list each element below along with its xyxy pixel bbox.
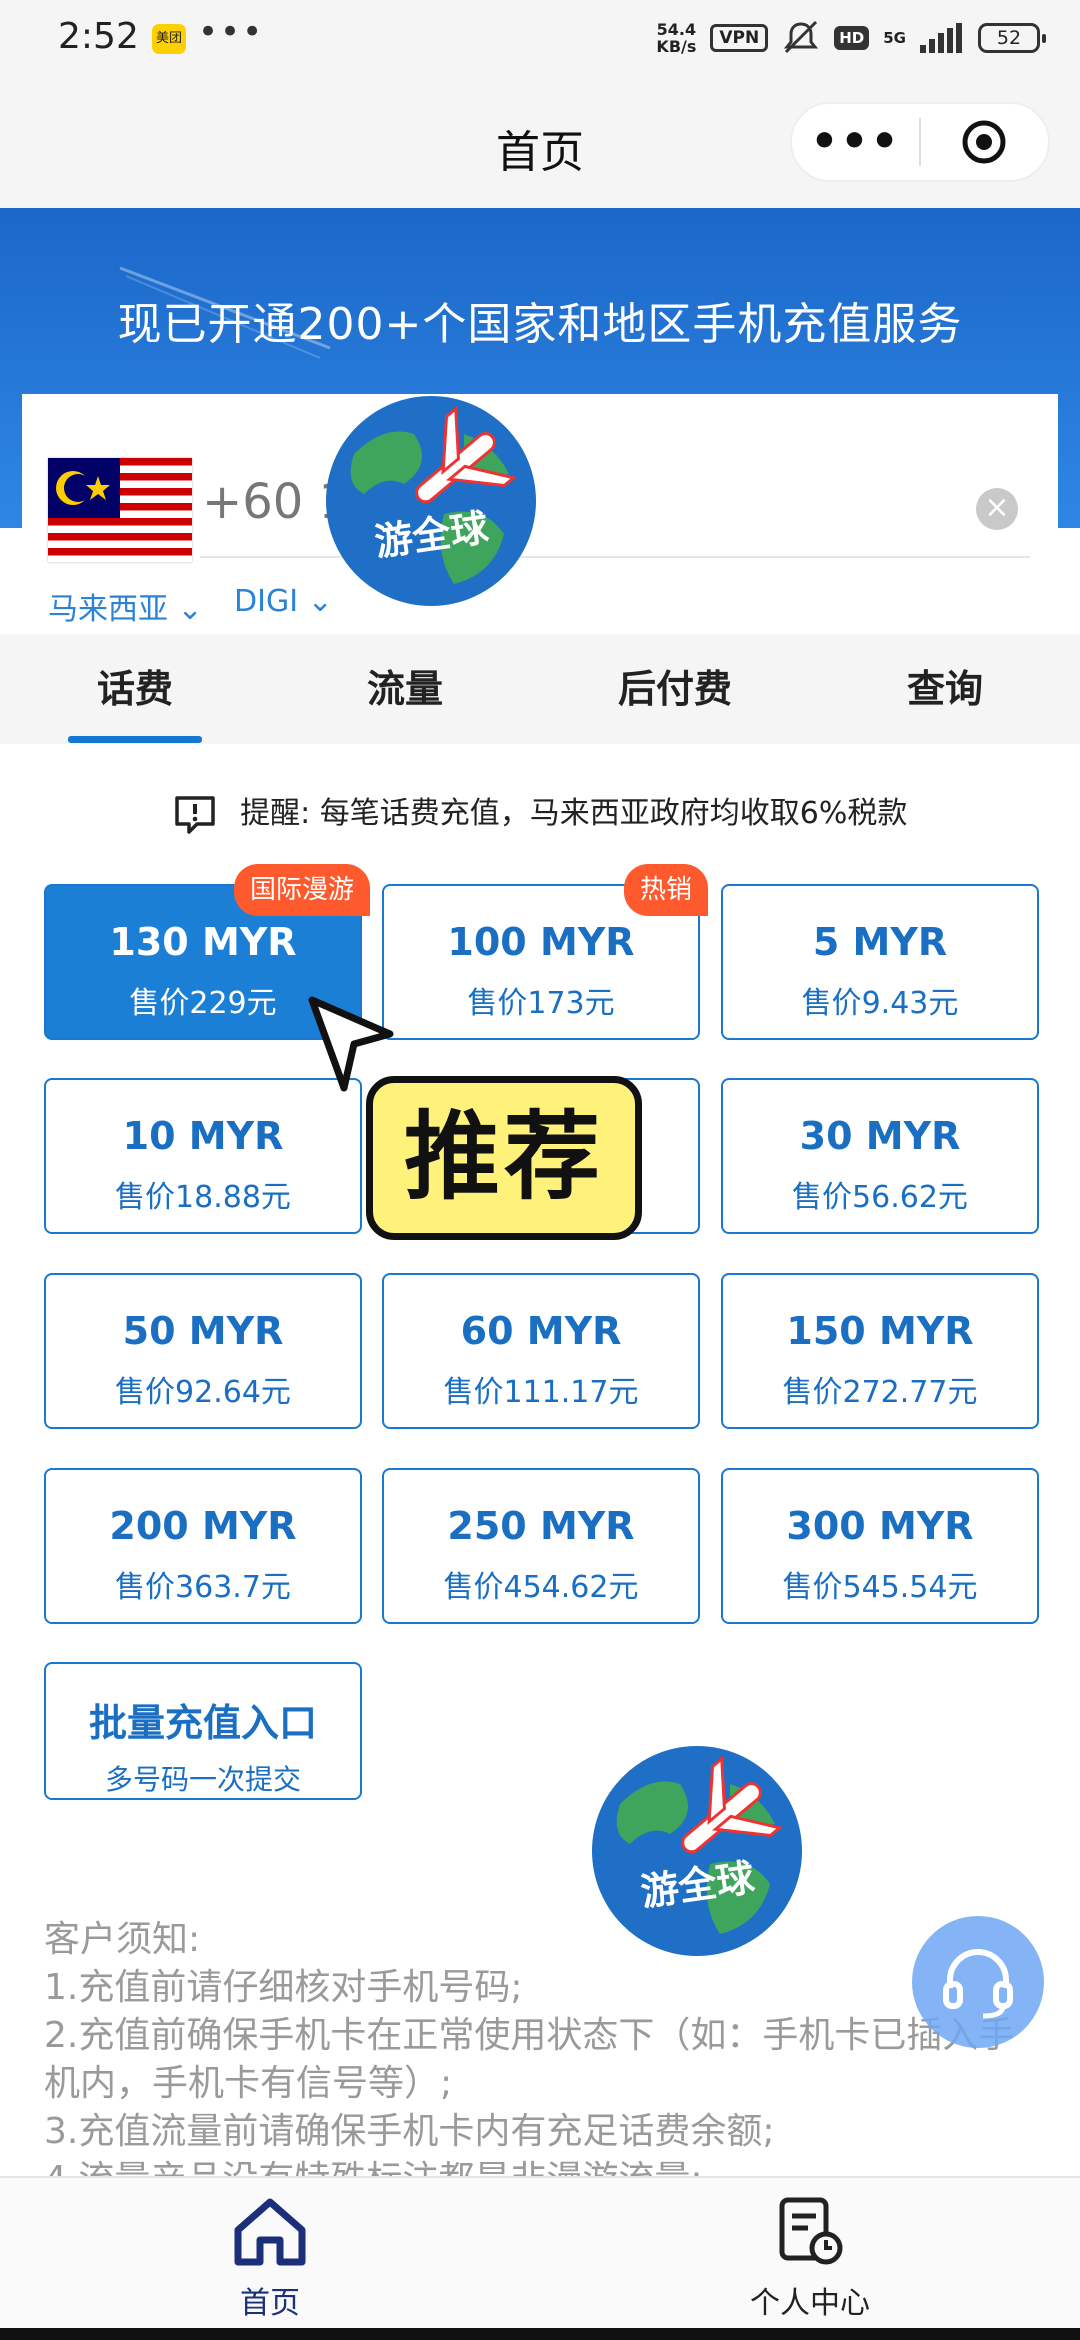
package-amount: 5 MYR bbox=[812, 920, 948, 964]
package-card[interactable]: 60 MYR 售价111.17元 bbox=[382, 1273, 700, 1429]
you-quanqiu-logo: 游全球 bbox=[590, 1744, 804, 1958]
alert-icon bbox=[174, 795, 215, 834]
nav-profile[interactable]: 个人中心 bbox=[660, 2196, 960, 2322]
package-amount: 150 MYR bbox=[786, 1309, 974, 1353]
meituan-app-icon: 美团 bbox=[152, 24, 186, 54]
pointer-cursor-icon bbox=[308, 996, 394, 1092]
flag-canton bbox=[48, 458, 120, 518]
network-speed-unit: KB/s bbox=[656, 37, 697, 56]
package-amount: 250 MYR bbox=[447, 1504, 635, 1548]
profile-icon bbox=[779, 2197, 843, 2265]
nav-home-label: 首页 bbox=[240, 2286, 300, 2321]
recommend-sticker-text: 推荐 bbox=[404, 1101, 604, 1213]
close-mini-program-button[interactable] bbox=[921, 118, 1048, 166]
status-bar: 2:52 美团 ••• 54.4 KB/s VPN HD 5G 52 bbox=[0, 0, 1080, 80]
package-card[interactable]: 10 MYR 售价18.88元 bbox=[44, 1078, 362, 1234]
status-time: 2:52 bbox=[58, 16, 139, 57]
bulk-recharge-subtitle: 多号码一次提交 bbox=[104, 1763, 301, 1796]
package-amount: 30 MYR bbox=[799, 1114, 961, 1158]
mini-program-capsule: ••• bbox=[790, 102, 1050, 182]
chevron-down-icon: ⌄ bbox=[307, 584, 333, 619]
clear-input-button[interactable]: × bbox=[976, 488, 1018, 530]
package-card[interactable]: 300 MYR 售价545.54元 bbox=[721, 1468, 1039, 1624]
operator-label: DIGI bbox=[234, 584, 299, 619]
notice-line: 3.充值流量前请确保手机卡内有充足话费余额; bbox=[44, 2111, 775, 2152]
bulk-recharge-button[interactable]: 批量充值入口 多号码一次提交 bbox=[44, 1662, 362, 1800]
hot-sale-badge: 热销 bbox=[623, 864, 708, 916]
active-tab-indicator bbox=[68, 736, 202, 743]
target-icon bbox=[962, 120, 1006, 164]
package-amount: 200 MYR bbox=[109, 1504, 297, 1548]
nav-profile-label: 个人中心 bbox=[750, 2286, 870, 2321]
system-gesture-bar bbox=[0, 2328, 1080, 2340]
tab-data[interactable]: 流量 bbox=[270, 658, 540, 713]
package-price: 售价272.77元 bbox=[782, 1375, 978, 1410]
package-card[interactable]: 100 MYR 售价173元 热销 bbox=[382, 864, 708, 1040]
package-card[interactable]: 50 MYR 售价92.64元 bbox=[44, 1273, 362, 1429]
package-amount: 100 MYR bbox=[447, 920, 635, 964]
you-quanqiu-logo: 游全球 bbox=[324, 394, 538, 608]
notice-text: 提醒: 每笔话费充值，马来西亚政府均收取6%税款 bbox=[240, 796, 908, 831]
bulk-recharge-title: 批量充值入口 bbox=[88, 1701, 317, 1745]
category-tabs: 话费 流量 后付费 查询 bbox=[0, 634, 1080, 744]
headset-icon bbox=[943, 1949, 1013, 2019]
bottom-navigation: 首页 个人中心 bbox=[0, 2176, 1080, 2340]
tab-call-credit[interactable]: 话费 bbox=[0, 658, 270, 713]
phone-input-underline bbox=[200, 556, 1030, 558]
package-price: 售价363.7元 bbox=[115, 1570, 291, 1605]
navigation-bar: 首页 ••• bbox=[0, 80, 1080, 208]
package-price: 售价56.62元 bbox=[792, 1180, 968, 1215]
banner-text: 现已开通200+个国家和地区手机充值服务 bbox=[117, 299, 963, 350]
customer-notice: 客户须知: 1.充值前请仔细核对手机号码; 2.充值前确保手机卡在正常使用状态下… bbox=[44, 1916, 1044, 2190]
country-selector[interactable]: 马来西亚 ⌄ bbox=[48, 584, 203, 628]
package-card[interactable]: 30 MYR 售价56.62元 bbox=[721, 1078, 1039, 1234]
country-label: 马来西亚 bbox=[48, 592, 168, 627]
package-card[interactable]: 250 MYR 售价454.62元 bbox=[382, 1468, 700, 1624]
package-amount: 50 MYR bbox=[122, 1309, 284, 1353]
malaysia-flag-icon bbox=[48, 458, 192, 562]
notice-line: 客户须知: bbox=[44, 1919, 201, 1960]
tax-notice: 提醒: 每笔话费充值，马来西亚政府均收取6%税款 bbox=[0, 788, 1080, 836]
package-price: 售价173元 bbox=[467, 986, 615, 1021]
vpn-icon: VPN bbox=[710, 24, 769, 52]
package-price: 售价454.62元 bbox=[443, 1570, 639, 1605]
package-amount: 60 MYR bbox=[460, 1309, 622, 1353]
package-price: 售价92.64元 bbox=[115, 1375, 291, 1410]
status-icons: 54.4 KB/s VPN HD 5G 52 bbox=[656, 20, 1046, 56]
package-amount: 130 MYR bbox=[109, 920, 297, 964]
notice-line: 2.充值前确保手机卡在正常使用状态下（如：手机卡已插入手机内，手机卡有信号等）; bbox=[44, 2015, 1015, 2104]
network-speed: 54.4 KB/s bbox=[656, 21, 696, 55]
package-price: 售价9.43元 bbox=[801, 986, 959, 1021]
recommend-sticker: 推荐 bbox=[366, 1076, 642, 1240]
battery-icon: 52 bbox=[978, 23, 1046, 53]
tab-postpaid[interactable]: 后付费 bbox=[540, 658, 810, 713]
package-amount: 10 MYR bbox=[122, 1114, 284, 1158]
customer-service-button[interactable] bbox=[912, 1916, 1044, 2048]
package-price: 售价545.54元 bbox=[782, 1570, 978, 1605]
package-price: 售价111.17元 bbox=[443, 1375, 639, 1410]
mute-icon bbox=[784, 20, 819, 54]
5g-icon: 5G bbox=[883, 29, 906, 47]
operator-selector[interactable]: DIGI ⌄ bbox=[234, 584, 333, 619]
signal-icon bbox=[920, 23, 962, 53]
tab-query[interactable]: 查询 bbox=[810, 658, 1080, 713]
nav-home[interactable]: 首页 bbox=[120, 2196, 420, 2322]
chevron-down-icon: ⌄ bbox=[177, 592, 203, 627]
network-speed-value: 54.4 bbox=[656, 20, 697, 39]
notification-more-icon: ••• bbox=[198, 12, 265, 52]
package-card[interactable]: 200 MYR 售价363.7元 bbox=[44, 1468, 362, 1624]
package-card[interactable]: 150 MYR 售价272.77元 bbox=[721, 1273, 1039, 1429]
roaming-badge: 国际漫游 bbox=[233, 864, 370, 916]
package-price: 售价18.88元 bbox=[115, 1180, 291, 1215]
home-icon bbox=[234, 2198, 306, 2266]
notice-line: 1.充值前请仔细核对手机号码; bbox=[44, 1967, 523, 2008]
crescent-star-icon bbox=[56, 471, 110, 505]
package-amount: 300 MYR bbox=[786, 1504, 974, 1548]
package-card[interactable]: 5 MYR 售价9.43元 bbox=[721, 884, 1039, 1040]
hd-icon: HD bbox=[834, 26, 870, 50]
more-menu-icon[interactable]: ••• bbox=[792, 120, 919, 164]
